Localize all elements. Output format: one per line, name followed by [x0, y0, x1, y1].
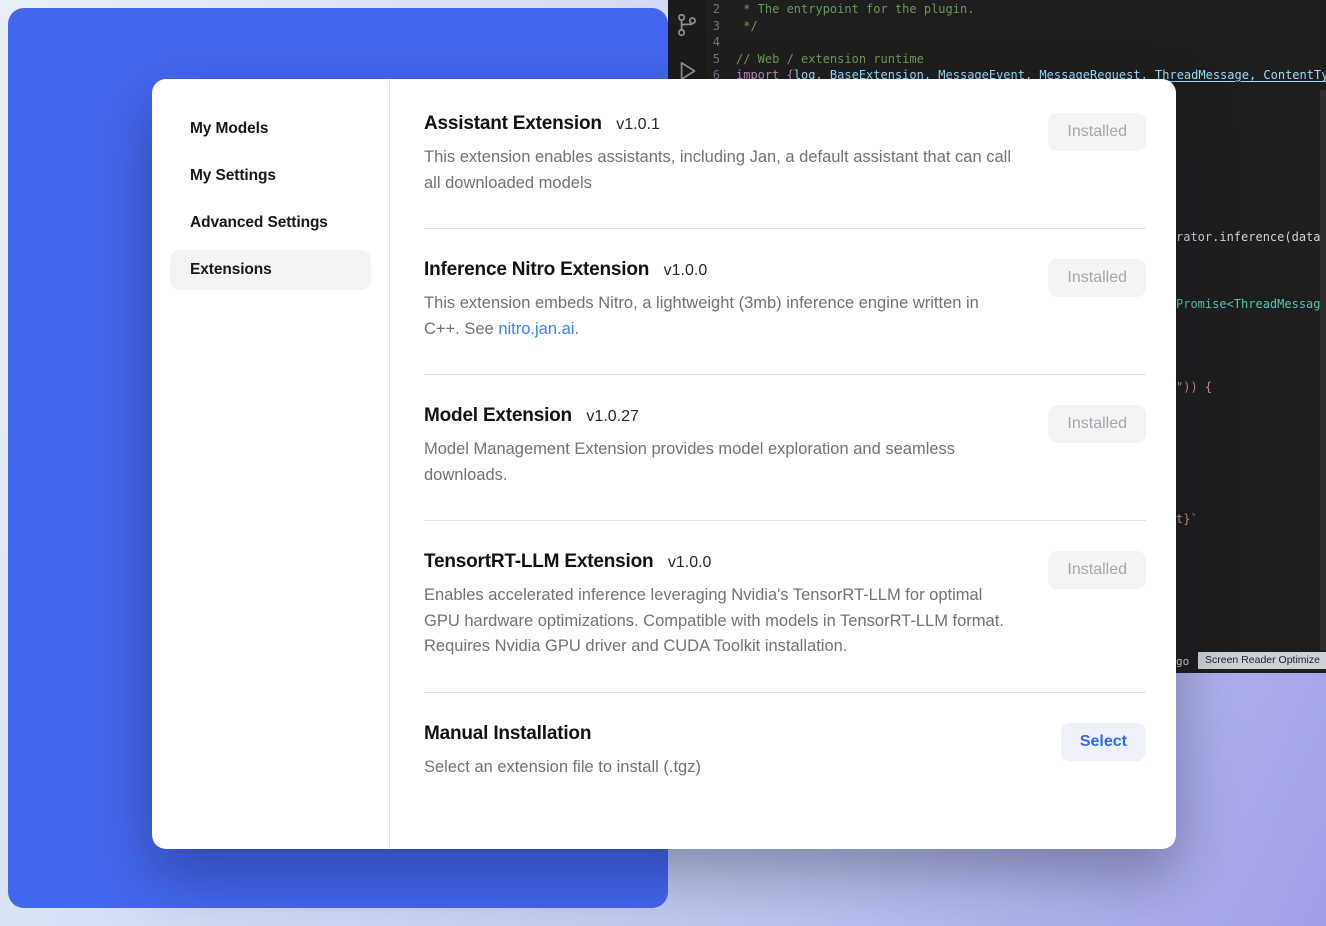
sidebar-item-my-settings[interactable]: My Settings — [170, 156, 371, 196]
extension-row-model: Model Extension v1.0.27 Model Management… — [424, 375, 1146, 521]
extension-version: v1.0.0 — [664, 262, 708, 279]
screen-reader-status-badge[interactable]: Screen Reader Optimize — [1198, 652, 1326, 669]
git-branch-icon[interactable] — [674, 12, 700, 38]
extension-name: Model Extension — [424, 405, 572, 426]
manual-installation-row: Manual Installation Select an extension … — [424, 693, 1146, 813]
installed-button[interactable]: Installed — [1048, 113, 1146, 151]
settings-sidebar: My Models My Settings Advanced Settings … — [152, 79, 390, 849]
code-line: 3 */ — [706, 18, 1326, 35]
nitro-jan-ai-link[interactable]: nitro.jan.ai — [498, 320, 574, 338]
extension-description: Enables accelerated inference leveraging… — [424, 583, 1014, 660]
sidebar-item-my-models[interactable]: My Models — [170, 109, 371, 149]
extensions-panel: Assistant Extension v1.0.1 This extensio… — [390, 79, 1176, 849]
line-number: 2 — [706, 1, 736, 18]
extension-title-line: Model Extension v1.0.27 — [424, 405, 1014, 427]
code-fragment: ")) { — [1176, 379, 1212, 395]
extension-row-tensorrt: TensortRT-LLM Extension v1.0.0 Enables a… — [424, 521, 1146, 693]
extension-row-assistant: Assistant Extension v1.0.1 This extensio… — [424, 83, 1146, 229]
extension-name: TensortRT-LLM Extension — [424, 551, 653, 572]
code-line: 2 * The entrypoint for the plugin. — [706, 1, 1326, 18]
sidebar-item-extensions[interactable]: Extensions — [170, 250, 371, 290]
extension-title-line: Manual Installation — [424, 723, 701, 745]
sidebar-item-advanced-settings[interactable]: Advanced Settings — [170, 203, 371, 243]
select-file-button[interactable]: Select — [1061, 723, 1146, 761]
code-line: 4 — [706, 34, 1326, 51]
extension-version: v1.0.1 — [616, 116, 660, 133]
extension-name: Inference Nitro Extension — [424, 259, 649, 280]
code-fragment: rator.inference(data)); — [1176, 229, 1326, 245]
installed-button[interactable]: Installed — [1048, 405, 1146, 443]
extension-title-line: Inference Nitro Extension v1.0.0 — [424, 259, 1014, 281]
extension-row-nitro: Inference Nitro Extension v1.0.0 This ex… — [424, 229, 1146, 375]
extension-version: v1.0.0 — [668, 554, 712, 571]
line-number: 4 — [706, 34, 736, 51]
installed-button[interactable]: Installed — [1048, 259, 1146, 297]
code-line: 5 // Web / extension runtime — [706, 51, 1326, 68]
extension-description: Model Management Extension provides mode… — [424, 437, 1014, 488]
editor-scrollbar[interactable] — [1320, 90, 1326, 650]
installed-button[interactable]: Installed — [1048, 551, 1146, 589]
line-number: 3 — [706, 18, 736, 35]
extension-name: Assistant Extension — [424, 113, 602, 134]
manual-installation-title: Manual Installation — [424, 723, 591, 744]
code-lines: 2 * The entrypoint for the plugin. 3 */ … — [706, 1, 1326, 84]
extension-title-line: Assistant Extension v1.0.1 — [424, 113, 1014, 135]
extension-version: v1.0.27 — [586, 408, 638, 425]
line-number: 5 — [706, 51, 736, 68]
code-fragment: t}` — [1176, 511, 1198, 527]
extension-description: This extension enables assistants, inclu… — [424, 145, 1014, 196]
statusbar-text: go — [1176, 655, 1189, 668]
manual-installation-description: Select an extension file to install (.tg… — [424, 755, 701, 781]
settings-modal: My Models My Settings Advanced Settings … — [152, 79, 1176, 849]
desktop-background: 2 * The entrypoint for the plugin. 3 */ … — [0, 0, 1326, 926]
code-fragment: Promise<ThreadMessage> — [1176, 296, 1326, 312]
extension-description: This extension embeds Nitro, a lightweig… — [424, 291, 1014, 342]
extension-title-line: TensortRT-LLM Extension v1.0.0 — [424, 551, 1014, 573]
